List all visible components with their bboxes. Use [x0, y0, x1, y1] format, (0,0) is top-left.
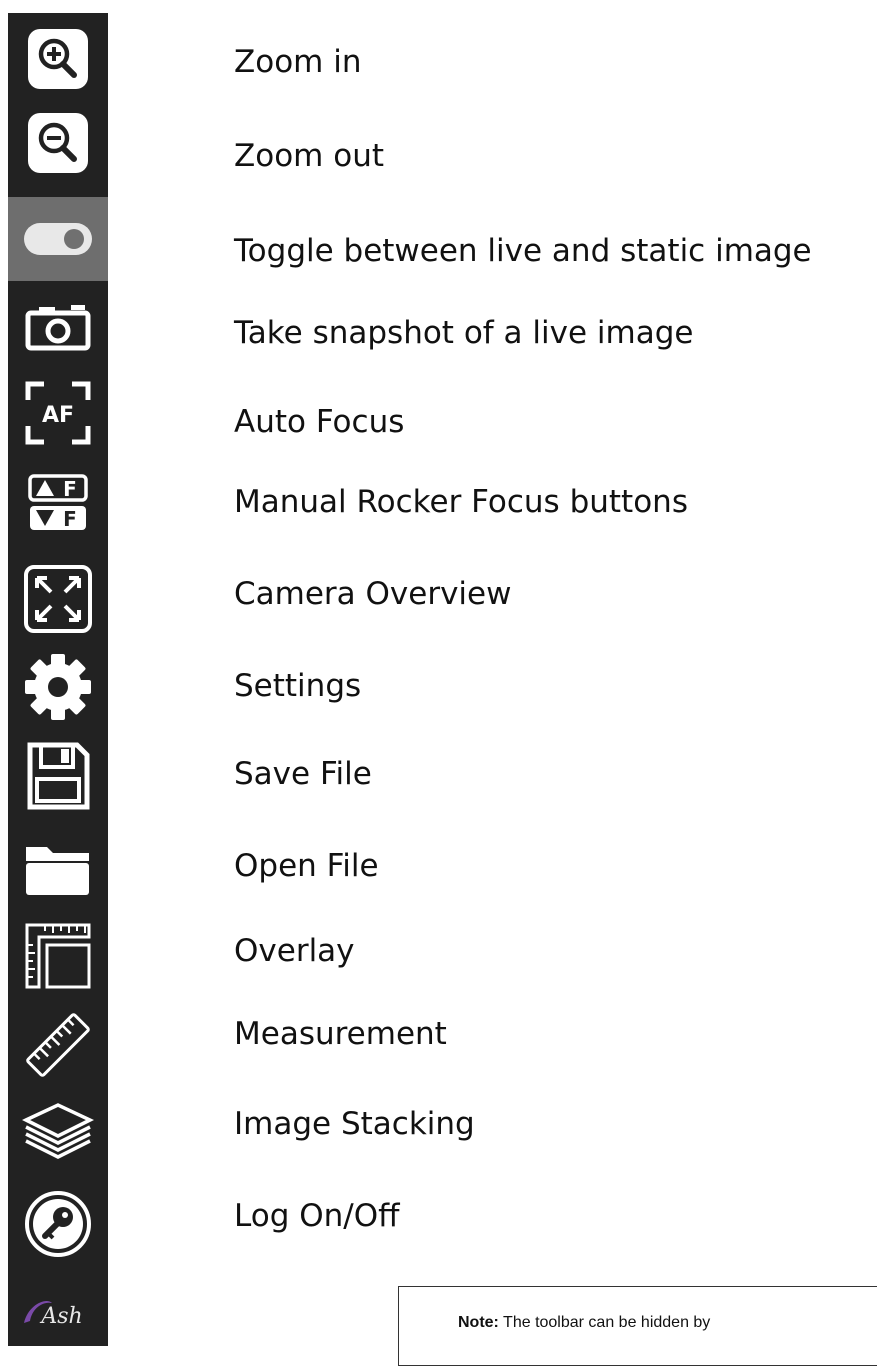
caption-image-stacking: Image Stacking — [234, 1106, 475, 1142]
caption-snapshot: Take snapshot of a live image — [234, 315, 694, 351]
settings-button[interactable] — [8, 647, 108, 727]
caption-zoom-in: Zoom in — [234, 44, 362, 80]
camera-icon — [25, 305, 91, 351]
toggle-icon — [24, 223, 92, 255]
open-file-button[interactable] — [8, 829, 108, 909]
ruler-overlay-icon — [25, 923, 91, 989]
svg-text:AF: AF — [42, 403, 74, 428]
svg-text:F: F — [63, 477, 77, 501]
note-box: Note: The toolbar can be hidden by — [398, 1286, 877, 1366]
caption-manual-focus: Manual Rocker Focus buttons — [234, 484, 688, 520]
folder-icon — [26, 847, 89, 895]
zoom-in-icon — [28, 29, 88, 89]
ash-logo: Ash — [8, 1281, 108, 1345]
manual-focus-button[interactable]: F F — [8, 465, 108, 541]
svg-text:F: F — [63, 507, 77, 531]
toolbar: AF F F Ash — [8, 13, 108, 1346]
auto-focus-button[interactable]: AF — [8, 375, 108, 451]
snapshot-button[interactable] — [8, 295, 108, 359]
caption-overlay: Overlay — [234, 933, 355, 969]
live-static-toggle-button[interactable] — [8, 197, 108, 281]
zoom-in-button[interactable] — [8, 25, 108, 93]
caption-zoom-out: Zoom out — [234, 138, 384, 174]
logo-text: Ash — [39, 1304, 82, 1329]
save-file-button[interactable] — [8, 735, 108, 817]
caption-camera-overview: Camera Overview — [234, 576, 512, 612]
log-on-off-button[interactable] — [8, 1183, 108, 1265]
zoom-out-icon — [28, 113, 88, 173]
overlay-button[interactable] — [8, 915, 108, 997]
caption-auto-focus: Auto Focus — [234, 404, 405, 440]
caption-measurement: Measurement — [234, 1016, 447, 1052]
ash-logo-icon: Ash — [24, 1301, 83, 1329]
note-prefix: Note: — [458, 1314, 499, 1331]
ruler-icon — [26, 1013, 90, 1077]
expand-icon — [24, 565, 92, 633]
caption-log-on-off: Log On/Off — [234, 1198, 400, 1234]
caption-open-file: Open File — [234, 848, 379, 884]
focus-rocker-icon: F F — [28, 474, 88, 531]
key-icon — [25, 1191, 91, 1257]
zoom-out-button[interactable] — [8, 109, 108, 177]
image-stacking-button[interactable] — [8, 1093, 108, 1173]
note-body: The toolbar can be hidden by — [498, 1314, 711, 1331]
measurement-button[interactable] — [8, 1005, 108, 1085]
layers-icon — [22, 1103, 94, 1159]
caption-save-file: Save File — [234, 756, 372, 792]
auto-focus-icon: AF — [25, 381, 91, 445]
camera-overview-button[interactable] — [8, 557, 108, 641]
gear-icon — [25, 654, 91, 720]
caption-settings: Settings — [234, 668, 362, 704]
caption-toggle: Toggle between live and static image — [234, 233, 812, 269]
note-text: Note: The toolbar can be hidden by — [458, 1314, 710, 1332]
floppy-disk-icon — [27, 742, 90, 810]
